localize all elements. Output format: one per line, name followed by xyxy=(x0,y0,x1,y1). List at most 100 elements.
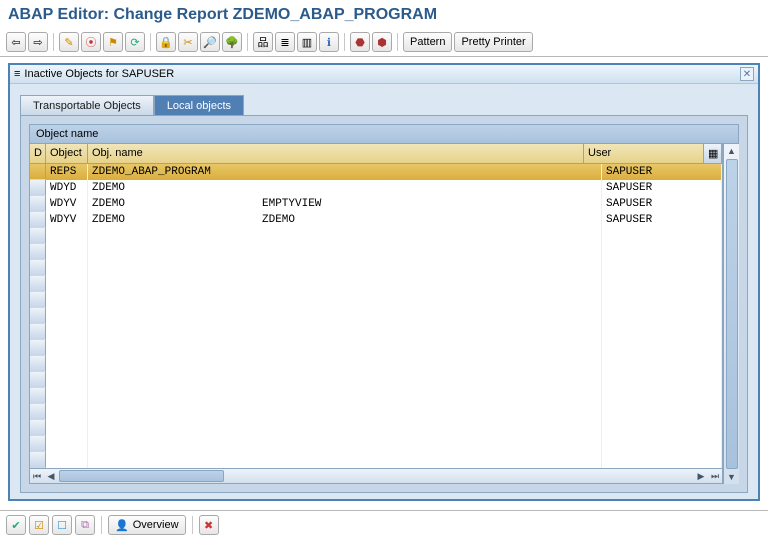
table-row[interactable] xyxy=(30,356,722,372)
scroll-left-icon[interactable]: ◀ xyxy=(44,469,58,483)
row-selector[interactable] xyxy=(30,436,46,452)
scroll-right-icon[interactable]: ▶ xyxy=(694,469,708,483)
layout-icon[interactable]: ▥ xyxy=(297,32,317,52)
row-selector[interactable] xyxy=(30,292,46,308)
object-tree-icon[interactable]: 🌳 xyxy=(222,32,242,52)
table-row[interactable] xyxy=(30,308,722,324)
row-selector[interactable] xyxy=(30,388,46,404)
cell-obj-name: ZDEMOZDEMO xyxy=(88,212,602,228)
inactive-objects-dialog: ≡ Inactive Objects for SAPUSER ✕ Transpo… xyxy=(8,63,760,501)
info-icon[interactable]: ℹ xyxy=(319,32,339,52)
table-row[interactable] xyxy=(30,420,722,436)
breakpoint-icon[interactable]: ⬣ xyxy=(350,32,370,52)
col-user[interactable]: User xyxy=(584,144,704,163)
row-selector[interactable] xyxy=(30,372,46,388)
table-row[interactable]: WDYDZDEMOSAPUSER xyxy=(30,180,722,196)
table-row[interactable]: REPSZDEMO_ABAP_PROGRAMSAPUSER xyxy=(30,164,722,180)
activate-icon[interactable]: ⚑ xyxy=(103,32,123,52)
pattern-button[interactable]: Pattern xyxy=(403,32,452,52)
row-selector[interactable] xyxy=(30,404,46,420)
row-selector[interactable] xyxy=(30,260,46,276)
row-selector[interactable] xyxy=(30,324,46,340)
outline-icon[interactable]: ≣ xyxy=(275,32,295,52)
version-icon[interactable]: ⟳ xyxy=(125,32,145,52)
table-row[interactable] xyxy=(30,372,722,388)
scroll-right-end-icon[interactable]: ⏭ xyxy=(708,469,722,483)
page-title: ABAP Editor: Change Report ZDEMO_ABAP_PR… xyxy=(0,0,768,30)
cell-obj-name: ZDEMO xyxy=(88,180,602,196)
check-dependencies-icon[interactable]: ⧉ xyxy=(75,515,95,535)
where-used-icon[interactable]: 🔎 xyxy=(200,32,220,52)
table-row[interactable] xyxy=(30,244,722,260)
col-select[interactable]: D xyxy=(30,144,46,163)
col-object[interactable]: Object xyxy=(46,144,88,163)
objects-grid: D Object Obj. name User ▦ REPSZDEMO_ABAP… xyxy=(29,144,723,484)
pretty-printer-button[interactable]: Pretty Printer xyxy=(454,32,532,52)
table-row[interactable] xyxy=(30,292,722,308)
scroll-down-icon[interactable]: ▼ xyxy=(724,470,739,484)
group-object-name: Object name xyxy=(29,124,739,144)
table-row[interactable] xyxy=(30,276,722,292)
v-scrollbar[interactable]: ▲ ▼ xyxy=(723,144,739,484)
row-selector[interactable] xyxy=(30,340,46,356)
table-row[interactable]: WDYVZDEMOZDEMOSAPUSER xyxy=(30,212,722,228)
tab-local[interactable]: Local objects xyxy=(154,95,244,116)
h-scrollbar[interactable]: ⏮ ◀ ▶ ⏭ xyxy=(30,468,722,483)
cancel-icon[interactable]: ✖ xyxy=(199,515,219,535)
row-selector[interactable] xyxy=(30,212,46,228)
scroll-up-icon[interactable]: ▲ xyxy=(724,144,739,158)
row-selector[interactable] xyxy=(30,164,46,180)
table-row[interactable] xyxy=(30,228,722,244)
select-all-icon[interactable]: ☑ xyxy=(29,515,49,535)
table-row[interactable] xyxy=(30,404,722,420)
dialog-tabs: Transportable Objects Local objects xyxy=(20,94,748,115)
table-row[interactable]: WDYVZDEMOEMPTYVIEWSAPUSER xyxy=(30,196,722,212)
dialog-titlebar: ≡ Inactive Objects for SAPUSER ✕ xyxy=(10,65,758,84)
forward-icon[interactable]: ⇨ xyxy=(28,32,48,52)
cell-user: SAPUSER xyxy=(602,196,722,212)
separator xyxy=(247,33,248,51)
back-icon[interactable]: ⇦ xyxy=(6,32,26,52)
row-selector[interactable] xyxy=(30,452,46,468)
close-icon[interactable]: ✕ xyxy=(740,67,754,81)
cell-user: SAPUSER xyxy=(602,212,722,228)
separator xyxy=(192,516,193,534)
col-obj-name[interactable]: Obj. name xyxy=(88,144,584,163)
lock-icon[interactable]: 🔒 xyxy=(156,32,176,52)
grid-settings-icon[interactable]: ▦ xyxy=(704,144,722,163)
confirm-icon[interactable]: ✔ xyxy=(6,515,26,535)
person-icon: 👤 xyxy=(115,519,129,532)
list-icon: ≡ xyxy=(14,68,20,80)
overview-label: Overview xyxy=(133,519,179,531)
display-change-icon[interactable]: ⦿ xyxy=(81,32,101,52)
row-selector[interactable] xyxy=(30,180,46,196)
table-row[interactable] xyxy=(30,436,722,452)
overview-button[interactable]: 👤 Overview xyxy=(108,515,186,535)
deselect-all-icon[interactable]: ☐ xyxy=(52,515,72,535)
row-selector[interactable] xyxy=(30,196,46,212)
separator xyxy=(397,33,398,51)
row-selector[interactable] xyxy=(30,308,46,324)
cell-user: SAPUSER xyxy=(602,164,722,180)
table-row[interactable] xyxy=(30,452,722,468)
row-selector[interactable] xyxy=(30,356,46,372)
table-row[interactable] xyxy=(30,324,722,340)
row-selector[interactable] xyxy=(30,228,46,244)
cell-obj-name: ZDEMO_ABAP_PROGRAM xyxy=(88,164,602,180)
unlock-icon[interactable]: ✂ xyxy=(178,32,198,52)
watchpoint-icon[interactable]: ⬢ xyxy=(372,32,392,52)
table-row[interactable] xyxy=(30,260,722,276)
table-row[interactable] xyxy=(30,340,722,356)
row-selector[interactable] xyxy=(30,244,46,260)
row-selector[interactable] xyxy=(30,276,46,292)
tab-transportable[interactable]: Transportable Objects xyxy=(20,95,154,116)
cell-object: WDYV xyxy=(46,212,88,228)
scroll-left-start-icon[interactable]: ⏮ xyxy=(30,469,44,483)
application-toolbar: ⇦ ⇨ ✎ ⦿ ⚑ ⟳ 🔒 ✂ 🔎 🌳 品 ≣ ▥ ℹ ⬣ ⬢ Pattern … xyxy=(0,30,768,57)
hierarchy-icon[interactable]: 品 xyxy=(253,32,273,52)
row-selector[interactable] xyxy=(30,420,46,436)
tab-pane-local: Object name D Object Obj. name User ▦ RE… xyxy=(20,115,748,493)
table-row[interactable] xyxy=(30,388,722,404)
cell-user: SAPUSER xyxy=(602,180,722,196)
other-object-icon[interactable]: ✎ xyxy=(59,32,79,52)
